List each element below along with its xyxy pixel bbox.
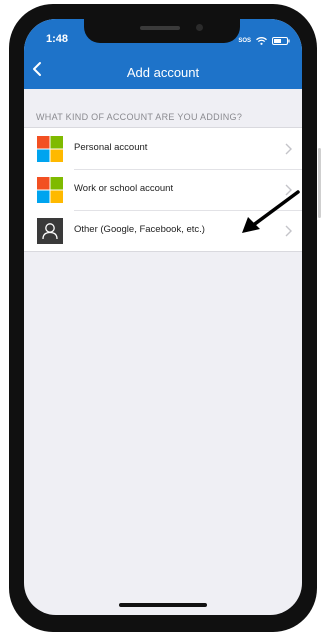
- home-indicator[interactable]: [119, 603, 207, 607]
- wifi-icon: [256, 32, 267, 50]
- sos-indicator: SOS: [238, 38, 251, 44]
- annotation-arrow-icon: [242, 190, 300, 233]
- microsoft-logo-icon: [37, 136, 63, 162]
- account-option-personal[interactable]: Personal account: [24, 128, 302, 169]
- navigation-bar: Add account: [24, 55, 302, 89]
- battery-icon: [272, 32, 290, 50]
- section-header: WHAT KIND OF ACCOUNT ARE YOU ADDING?: [36, 112, 243, 122]
- account-option-label: Personal account: [74, 142, 148, 153]
- phone-side-button: [318, 148, 321, 218]
- account-option-label: Work or school account: [74, 183, 174, 194]
- speaker-grille: [140, 26, 180, 30]
- account-option-label: Other (Google, Facebook, etc.): [74, 224, 205, 235]
- status-time: 1:48: [46, 33, 69, 45]
- notch: [84, 19, 240, 43]
- chevron-right-icon: [285, 142, 292, 160]
- page-title: Add account: [126, 65, 200, 80]
- generic-person-icon: [37, 218, 63, 244]
- microsoft-logo-icon: [37, 177, 63, 203]
- phone-screen: 1:48 SOS Add account WHAT KIND OF ACCOUN…: [24, 19, 302, 615]
- status-icons: SOS: [238, 32, 290, 50]
- front-camera: [196, 24, 203, 31]
